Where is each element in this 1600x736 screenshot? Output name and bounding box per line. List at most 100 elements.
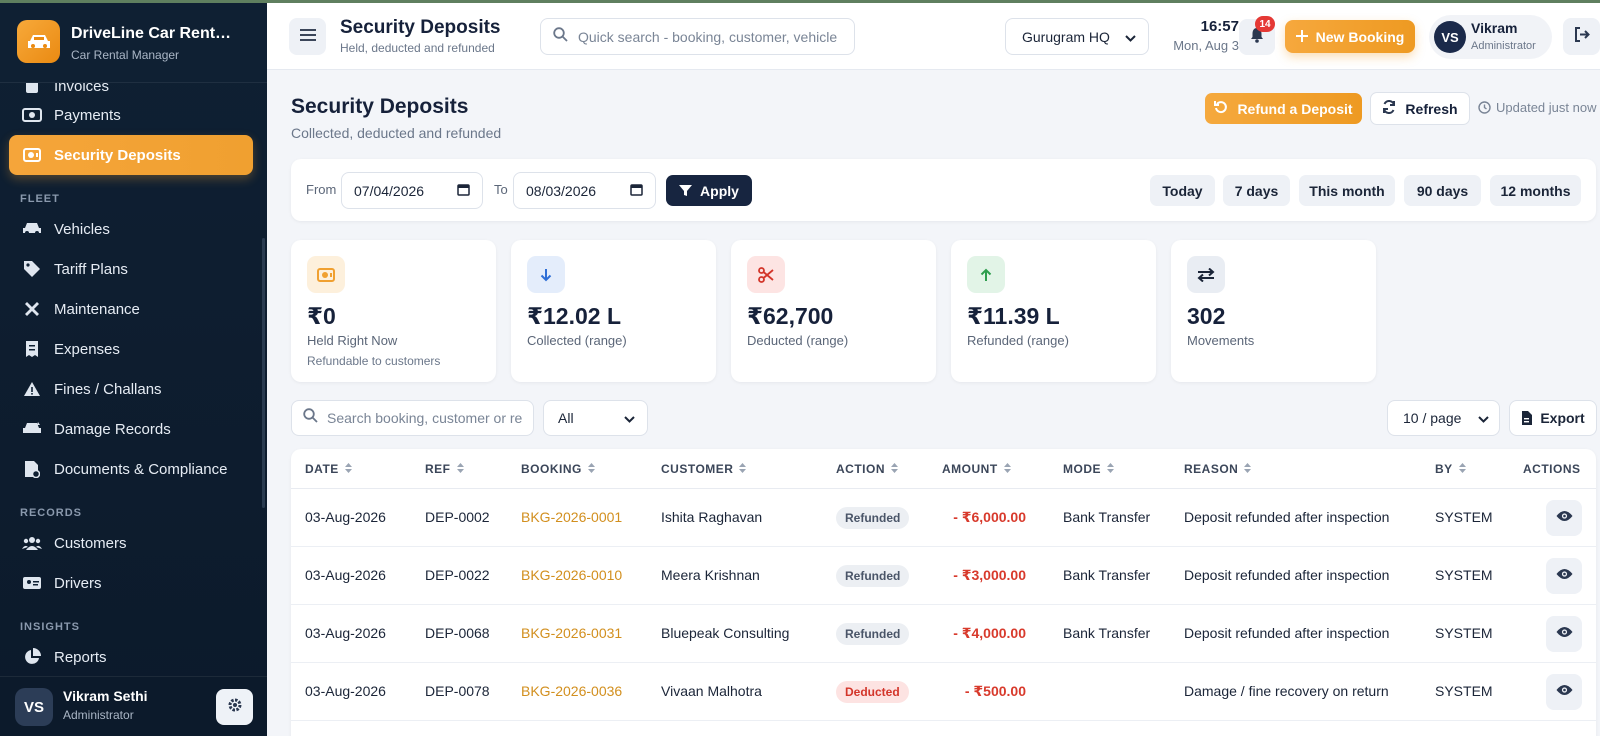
cell-amount: - ₹3,000.00 xyxy=(953,567,1026,583)
cell-date: 03-Aug-2026 xyxy=(305,509,386,525)
quick-range-this-month[interactable]: This month xyxy=(1299,175,1395,206)
stat-label: Held Right Now xyxy=(307,333,398,348)
sidebar-item-fines[interactable]: Fines / Challans xyxy=(0,369,267,409)
column-header-ref[interactable]: REF xyxy=(425,462,464,476)
sidebar-item-documents[interactable]: Documents & Compliance xyxy=(0,449,267,489)
sidebar-item-maintenance[interactable]: Maintenance xyxy=(0,289,267,329)
branch-select[interactable]: Gurugram HQ xyxy=(1005,18,1149,55)
new-booking-button[interactable]: New Booking xyxy=(1285,20,1415,53)
column-header-amount[interactable]: AMOUNT xyxy=(942,462,1011,476)
deposit-icon xyxy=(22,145,42,165)
booking-link[interactable]: BKG-2026-0036 xyxy=(521,683,622,699)
from-date-input[interactable]: 07/04/2026 xyxy=(341,172,483,209)
per-page-select[interactable]: 10 / page xyxy=(1387,400,1500,436)
sidebar-item-tariff-plans[interactable]: Tariff Plans xyxy=(0,249,267,289)
sidebar-item-damage-records[interactable]: Damage Records xyxy=(0,409,267,449)
export-button[interactable]: Export xyxy=(1509,400,1597,436)
sidebar-item-drivers[interactable]: Drivers xyxy=(0,563,267,603)
sidebar-item-label: Documents & Compliance xyxy=(54,460,228,478)
date-filter-card: From 07/04/2026 To 08/03/2026 Apply Toda… xyxy=(291,159,1596,221)
logout-icon xyxy=(1574,26,1590,47)
users-icon xyxy=(22,533,42,553)
cell-customer: Bluepeak Consulting xyxy=(661,625,790,641)
notification-count-badge: 14 xyxy=(1255,16,1275,32)
booking-link[interactable]: BKG-2026-0031 xyxy=(521,625,622,641)
sidebar-section-fleet: FLEET xyxy=(20,193,60,205)
car-crash-icon xyxy=(22,419,42,439)
sort-icon xyxy=(891,462,898,476)
view-button[interactable] xyxy=(1546,616,1582,652)
cell-by: SYSTEM xyxy=(1435,625,1493,641)
per-page-value: 10 / page xyxy=(1403,410,1462,426)
quick-range-today[interactable]: Today xyxy=(1150,175,1215,206)
booking-link[interactable]: BKG-2026-0001 xyxy=(521,509,622,525)
quick-range-7-days[interactable]: 7 days xyxy=(1223,175,1290,206)
avatar: VS xyxy=(15,688,53,726)
table-search-input[interactable] xyxy=(327,410,522,426)
sidebar-item-reports[interactable]: Reports xyxy=(0,637,267,677)
cell-amount: - ₹500.00 xyxy=(964,683,1026,699)
apply-filter-button[interactable]: Apply xyxy=(666,175,752,206)
eye-icon xyxy=(1556,567,1573,585)
view-button[interactable] xyxy=(1546,500,1582,536)
brand-title: DriveLine Car Rent… xyxy=(71,25,232,42)
last-updated: Updated just now xyxy=(1478,100,1596,115)
sidebar-item-vehicles[interactable]: Vehicles xyxy=(0,209,267,249)
brand: DriveLine Car Rent… Car Rental Manager xyxy=(0,3,267,83)
status-badge: Refunded xyxy=(836,565,910,587)
booking-link[interactable]: BKG-2026-0010 xyxy=(521,567,622,583)
column-header-reason[interactable]: REASON xyxy=(1184,462,1252,476)
view-button[interactable] xyxy=(1546,558,1582,594)
sort-icon xyxy=(344,462,352,476)
sidebar-item-label: Vehicles xyxy=(54,220,110,238)
header-title: Security Deposits xyxy=(340,17,501,38)
view-button[interactable] xyxy=(1546,674,1582,710)
quick-range-12-months[interactable]: 12 months xyxy=(1490,175,1581,206)
sidebar-scrollbar[interactable] xyxy=(262,238,265,508)
settings-button[interactable] xyxy=(216,689,253,725)
action-filter-select[interactable]: All xyxy=(543,400,648,436)
cell-amount: - ₹4,000.00 xyxy=(953,625,1026,641)
column-header-booking[interactable]: BOOKING xyxy=(521,462,595,476)
refresh-button[interactable]: Refresh xyxy=(1370,92,1470,125)
refund-deposit-button[interactable]: Refund a Deposit xyxy=(1205,93,1362,124)
filter-icon xyxy=(679,184,693,197)
calendar-icon xyxy=(457,183,470,199)
column-header-customer[interactable]: CUSTOMER xyxy=(661,462,747,476)
column-header-date[interactable]: DATE xyxy=(305,462,352,476)
last-updated-text: Updated just now xyxy=(1496,100,1597,115)
menu-toggle-button[interactable] xyxy=(289,18,326,55)
sidebar-item-payments[interactable]: Payments xyxy=(0,95,267,135)
quick-search-input[interactable] xyxy=(578,28,838,45)
stat-label: Movements xyxy=(1187,333,1255,348)
sidebar-item-expenses[interactable]: Expenses xyxy=(0,329,267,369)
sidebar-item-label: Drivers xyxy=(54,574,102,592)
column-header-by[interactable]: BY xyxy=(1435,462,1466,476)
deposits-table: DATE REF BOOKING CUSTOMER ACTION AMOUNT … xyxy=(291,449,1596,736)
column-header-mode[interactable]: MODE xyxy=(1063,462,1114,476)
logout-button[interactable] xyxy=(1563,18,1600,55)
column-header-action[interactable]: ACTION xyxy=(836,462,898,476)
cell-by: SYSTEM xyxy=(1435,509,1493,525)
cell-amount: - ₹6,000.00 xyxy=(953,509,1026,525)
cell-by: SYSTEM xyxy=(1435,683,1493,699)
cell-mode: Bank Transfer xyxy=(1063,567,1151,583)
cell-date: 03-Aug-2026 xyxy=(305,567,386,583)
clock-time: 16:57 xyxy=(1200,18,1239,35)
deposit-icon xyxy=(307,256,345,293)
user-role: Administrator xyxy=(1471,40,1536,52)
stat-sublabel: Refundable to customers xyxy=(307,354,441,368)
quick-range-90-days[interactable]: 90 days xyxy=(1404,175,1481,206)
chevron-down-icon xyxy=(1478,410,1489,426)
to-date-input[interactable]: 08/03/2026 xyxy=(513,172,656,209)
sidebar-section-records: RECORDS xyxy=(20,507,83,519)
sidebar-section-insights: INSIGHTS xyxy=(20,621,80,633)
sidebar-item-security-deposits[interactable]: Security Deposits xyxy=(9,135,253,175)
apply-label: Apply xyxy=(700,182,739,199)
sort-icon xyxy=(1003,462,1011,476)
eye-icon xyxy=(1556,509,1573,527)
sidebar-item-customers[interactable]: Customers xyxy=(0,523,267,563)
user-menu[interactable]: VS Vikram Administrator xyxy=(1429,15,1552,59)
from-label: From xyxy=(306,182,337,197)
undo-icon xyxy=(1214,100,1228,117)
